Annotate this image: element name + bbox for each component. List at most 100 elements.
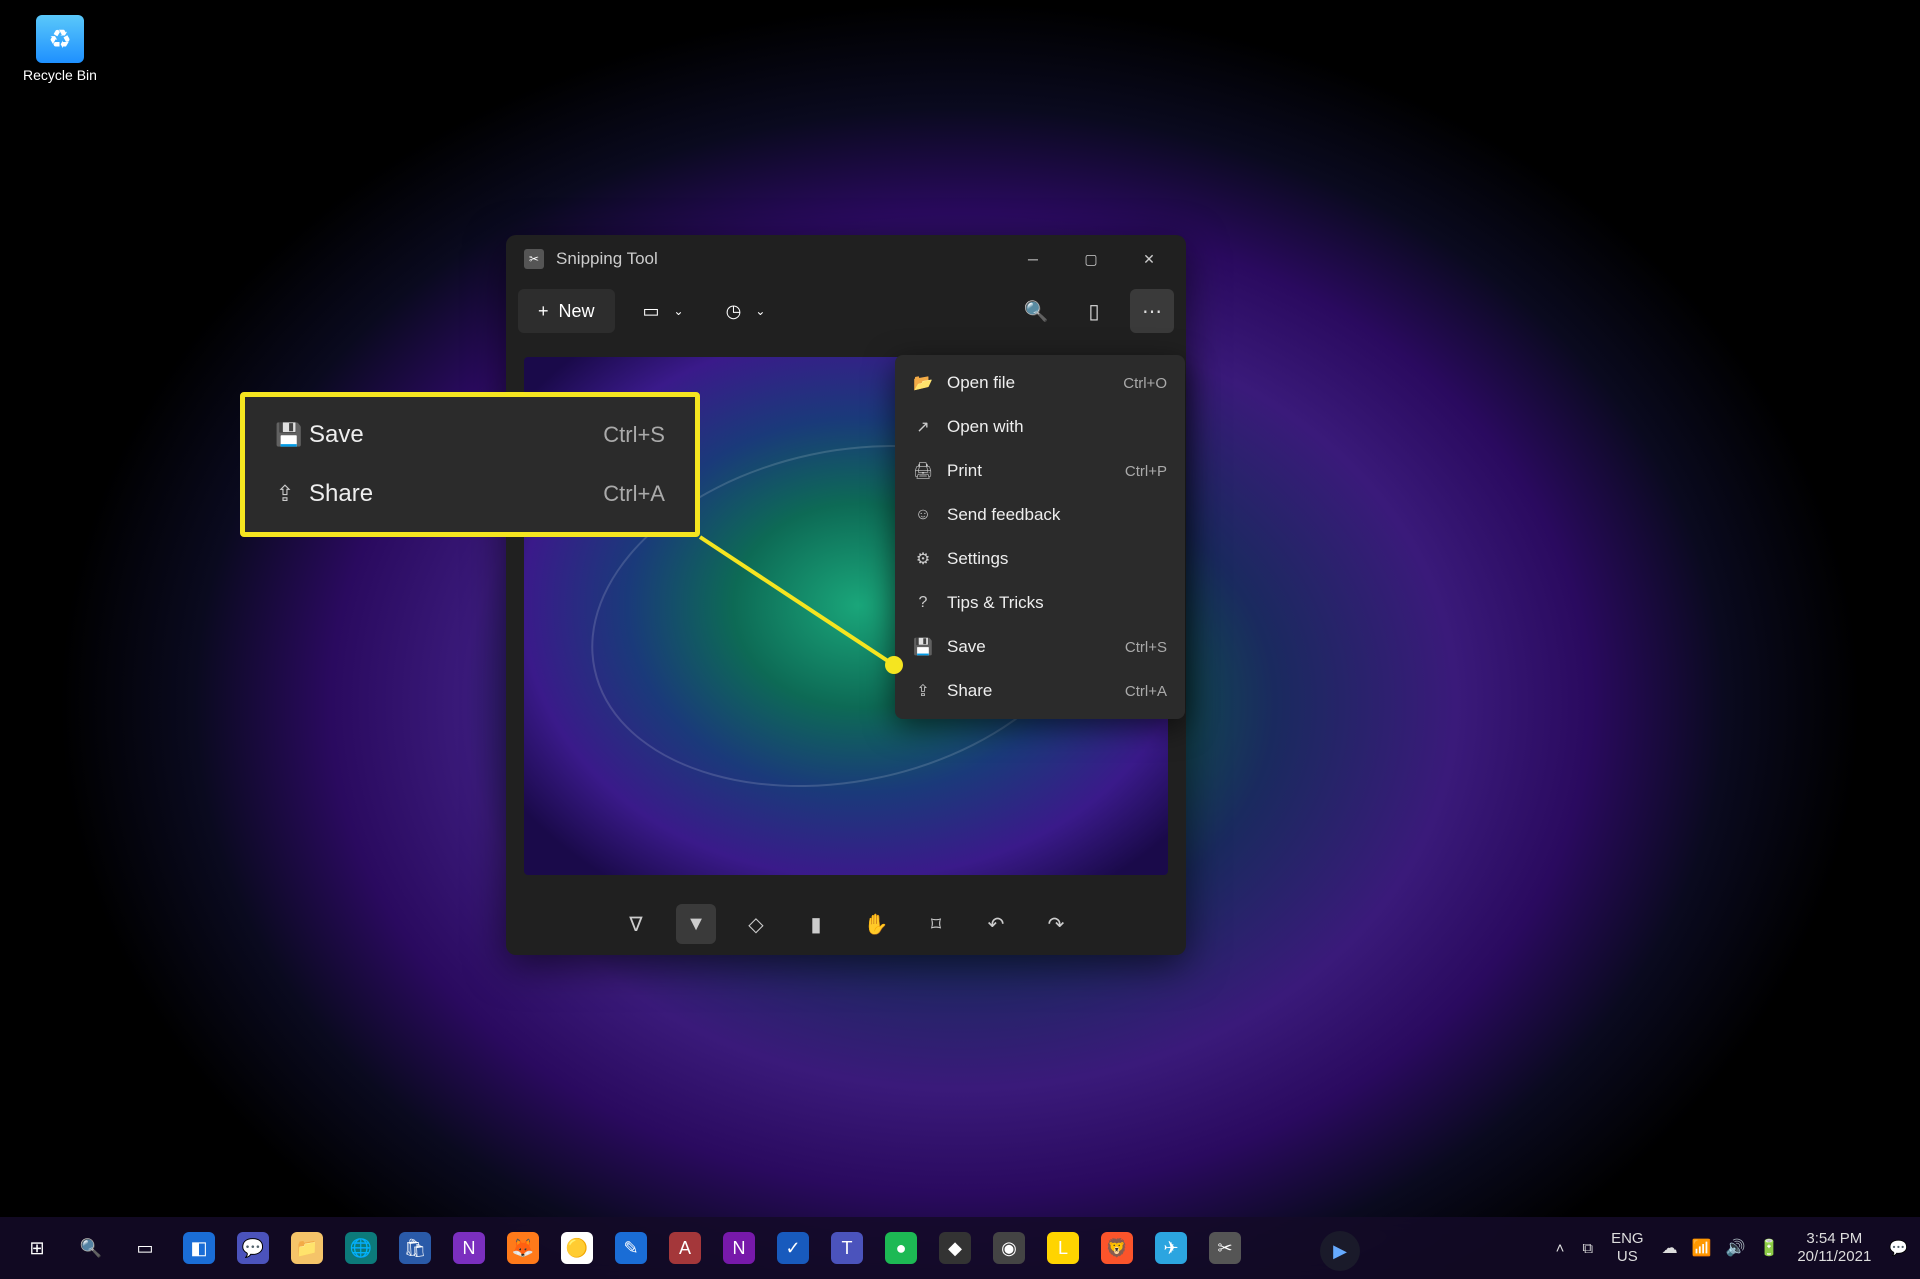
lidl-icon: L bbox=[1047, 1232, 1079, 1264]
delay-button[interactable]: ◷⌄ bbox=[712, 289, 780, 333]
clock[interactable]: 3:54 PM 20/11/2021 bbox=[1797, 1230, 1871, 1266]
maximize-button[interactable]: ▢ bbox=[1062, 235, 1120, 283]
toolbar: + New ▭⌄ ◷⌄ 🔍 ▯ ⋯ bbox=[506, 283, 1186, 339]
clock-icon: ◷ bbox=[726, 301, 742, 322]
menu-icon: ↗ bbox=[913, 417, 933, 437]
callout-icon: 💾 bbox=[275, 422, 295, 448]
chevron-down-icon: ⌄ bbox=[674, 304, 684, 318]
annotation-toolbar: ∇ ▼ ◇ ▮ ✋ ⌑ ↶ ↷ bbox=[506, 893, 1186, 955]
chevron-down-icon: ⌄ bbox=[755, 304, 765, 318]
access-icon: A bbox=[669, 1232, 701, 1264]
ruler-tool[interactable]: ▮ bbox=[796, 904, 836, 944]
store-icon: 🛍 bbox=[399, 1232, 431, 1264]
wifi-icon[interactable]: 📶 bbox=[1692, 1238, 1712, 1258]
magnifier-icon: 🔍 bbox=[1024, 299, 1049, 324]
taskbar-edge[interactable]: 🌐 bbox=[336, 1223, 386, 1273]
menu-icon: ☺ bbox=[913, 506, 933, 524]
language-indicator[interactable]: ENG US bbox=[1611, 1230, 1644, 1266]
clipboard-button[interactable]: ▯ bbox=[1072, 289, 1116, 333]
media-button[interactable]: ▶ bbox=[1320, 1231, 1360, 1271]
tray-chevron-icon[interactable]: ˄ bbox=[1556, 1240, 1565, 1257]
taskbar-snip[interactable]: ✂ bbox=[1200, 1223, 1250, 1273]
new-button[interactable]: + New bbox=[518, 289, 615, 333]
highlighter-tool[interactable]: ▼ bbox=[676, 904, 716, 944]
redo-tool[interactable]: ↷ bbox=[1036, 904, 1076, 944]
taskbar-telegram[interactable]: ✈ bbox=[1146, 1223, 1196, 1273]
ballpoint-pen-tool[interactable]: ∇ bbox=[616, 904, 656, 944]
volume-icon[interactable]: 🔊 bbox=[1726, 1238, 1746, 1258]
clipboard-icon: ▯ bbox=[1088, 299, 1099, 324]
menu-label: Tips & Tricks bbox=[947, 593, 1153, 613]
menu-label: Send feedback bbox=[947, 505, 1153, 525]
taskbar-teams2[interactable]: T bbox=[822, 1223, 872, 1273]
menu-icon: ⚙ bbox=[913, 549, 933, 569]
taskbar-onenote2[interactable]: N bbox=[714, 1223, 764, 1273]
taskbar-store[interactable]: 🛍 bbox=[390, 1223, 440, 1273]
menu-item-tips-tricks[interactable]: ? Tips & Tricks bbox=[895, 581, 1185, 625]
taskbar-todo[interactable]: ✓ bbox=[768, 1223, 818, 1273]
menu-item-send-feedback[interactable]: ☺ Send feedback bbox=[895, 493, 1185, 537]
taskbar-whiteboard[interactable]: ✎ bbox=[606, 1223, 656, 1273]
menu-item-open-with[interactable]: ↗ Open with bbox=[895, 405, 1185, 449]
new-label: New bbox=[559, 301, 595, 322]
onenote-icon: N bbox=[453, 1232, 485, 1264]
search-icon: 🔍 bbox=[75, 1232, 107, 1264]
callout-item-save: 💾SaveCtrl+S bbox=[257, 405, 683, 465]
onenote2-icon: N bbox=[723, 1232, 755, 1264]
taskbar-widgets[interactable]: ◧ bbox=[174, 1223, 224, 1273]
crop-tool[interactable]: ⌑ bbox=[916, 904, 956, 944]
menu-label: Share bbox=[947, 681, 1111, 701]
taskbar-app1[interactable]: ◆ bbox=[930, 1223, 980, 1273]
touch-tool[interactable]: ✋ bbox=[856, 904, 896, 944]
callout-item-share: ⇪ShareCtrl+A bbox=[257, 465, 683, 525]
taskbar-start[interactable]: ⊞ bbox=[12, 1223, 62, 1273]
app1-icon: ◆ bbox=[939, 1232, 971, 1264]
menu-icon: ? bbox=[913, 594, 933, 612]
taskbar-explorer[interactable]: 📁 bbox=[282, 1223, 332, 1273]
taskbar-lidl[interactable]: L bbox=[1038, 1223, 1088, 1273]
dropbox-icon[interactable]: ⧉ bbox=[1582, 1240, 1593, 1257]
taskbar-chrome[interactable]: 🟡 bbox=[552, 1223, 602, 1273]
app-icon bbox=[524, 249, 544, 269]
taskbar-onenote[interactable]: N bbox=[444, 1223, 494, 1273]
zoom-button[interactable]: 🔍 bbox=[1014, 289, 1058, 333]
callout-icon: ⇪ bbox=[275, 481, 295, 507]
menu-icon: 🖨 bbox=[913, 461, 933, 481]
taskbar-search[interactable]: 🔍 bbox=[66, 1223, 116, 1273]
cloud-icon[interactable]: ☁ bbox=[1662, 1238, 1678, 1258]
menu-item-save[interactable]: 💾SaveCtrl+S bbox=[895, 625, 1185, 669]
callout-label: Share bbox=[309, 480, 589, 508]
menu-item-settings[interactable]: ⚙Settings bbox=[895, 537, 1185, 581]
titlebar[interactable]: Snipping Tool ─ ▢ ✕ bbox=[506, 235, 1186, 283]
notifications-icon[interactable]: 💬 bbox=[1889, 1239, 1908, 1257]
battery-icon[interactable]: 🔋 bbox=[1759, 1238, 1779, 1258]
taskbar-app2[interactable]: ◉ bbox=[984, 1223, 1034, 1273]
taskbar-taskview[interactable]: ▭ bbox=[120, 1223, 170, 1273]
menu-shortcut: Ctrl+A bbox=[1125, 683, 1167, 700]
more-menu: 📂Open fileCtrl+O ↗ Open with 🖨PrintCtrl+P ☺ S… bbox=[895, 355, 1185, 719]
taskbar-brave[interactable]: 🦁 bbox=[1092, 1223, 1142, 1273]
menu-item-share[interactable]: ⇪ShareCtrl+A bbox=[895, 669, 1185, 713]
undo-tool[interactable]: ↶ bbox=[976, 904, 1016, 944]
taskbar-teams[interactable]: 💬 bbox=[228, 1223, 278, 1273]
plus-icon: + bbox=[538, 301, 549, 322]
minimize-button[interactable]: ─ bbox=[1004, 235, 1062, 283]
teams2-icon: T bbox=[831, 1232, 863, 1264]
menu-item-open-file[interactable]: 📂Open fileCtrl+O bbox=[895, 361, 1185, 405]
explorer-icon: 📁 bbox=[291, 1232, 323, 1264]
lang-line2: US bbox=[1617, 1248, 1638, 1266]
menu-label: Open with bbox=[947, 417, 1153, 437]
close-button[interactable]: ✕ bbox=[1120, 235, 1178, 283]
recycle-bin[interactable]: Recycle Bin bbox=[20, 15, 100, 83]
taskbar-access[interactable]: A bbox=[660, 1223, 710, 1273]
taskbar-spotify[interactable]: ● bbox=[876, 1223, 926, 1273]
snip-mode-button[interactable]: ▭⌄ bbox=[629, 289, 698, 333]
start-icon: ⊞ bbox=[21, 1232, 53, 1264]
widgets-icon: ◧ bbox=[183, 1232, 215, 1264]
eraser-tool[interactable]: ◇ bbox=[736, 904, 776, 944]
taskbar-firefox[interactable]: 🦊 bbox=[498, 1223, 548, 1273]
clock-time: 3:54 PM bbox=[1806, 1230, 1862, 1248]
menu-item-print[interactable]: 🖨PrintCtrl+P bbox=[895, 449, 1185, 493]
more-button[interactable]: ⋯ bbox=[1130, 289, 1174, 333]
taskview-icon: ▭ bbox=[129, 1232, 161, 1264]
